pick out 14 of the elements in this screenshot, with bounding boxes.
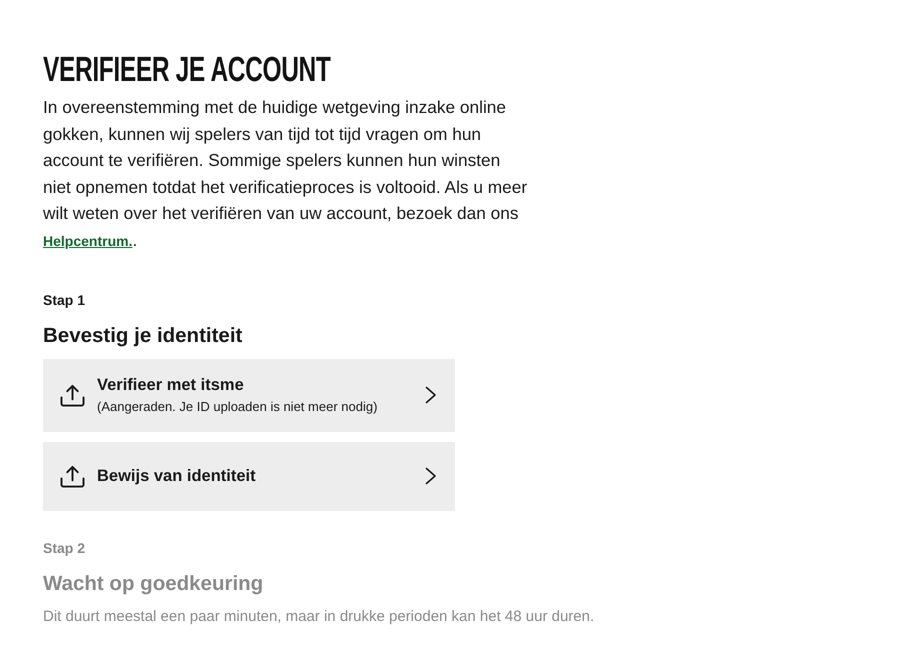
chevron-right-icon: [425, 467, 437, 486]
intro-paragraph: In overeenstemming met de huidige wetgeving inzake online gokken, kunnen wij spelers van tijd tot tijd vragen om hun account te verifiëren. Sommige spelers kunnen hun winsten niet opnemen totdat het verificatieproces is voltooid. Als u meer wilt weten over het verifiëren van uw account, bezoek dan ons Helpcentrum..: [43, 96, 528, 252]
upload-icon: [60, 384, 85, 407]
page-title: VERIFIEER JE ACCOUNT: [43, 52, 330, 88]
upload-icon: [60, 464, 85, 488]
step-label: Stap 2: [43, 538, 86, 557]
verification-option-button[interactable]: Bewijs van identiteit: [43, 442, 455, 511]
step-description: Dit duurt meestal een paar minuten, maar in drukke perioden kan het 48 uur duren.: [43, 606, 594, 627]
verification-option-button[interactable]: Verifieer met itsme (Aangeraden. Je ID uploaden is niet meer nodig): [43, 358, 455, 432]
help-center-link[interactable]: Helpcentrum.: [43, 232, 132, 249]
step-heading: Bevestig je identiteit: [43, 322, 242, 349]
step-heading: Wacht op goedkeuring: [43, 570, 264, 597]
chevron-right-icon: [425, 386, 437, 404]
step-label: Stap 1: [43, 290, 86, 309]
